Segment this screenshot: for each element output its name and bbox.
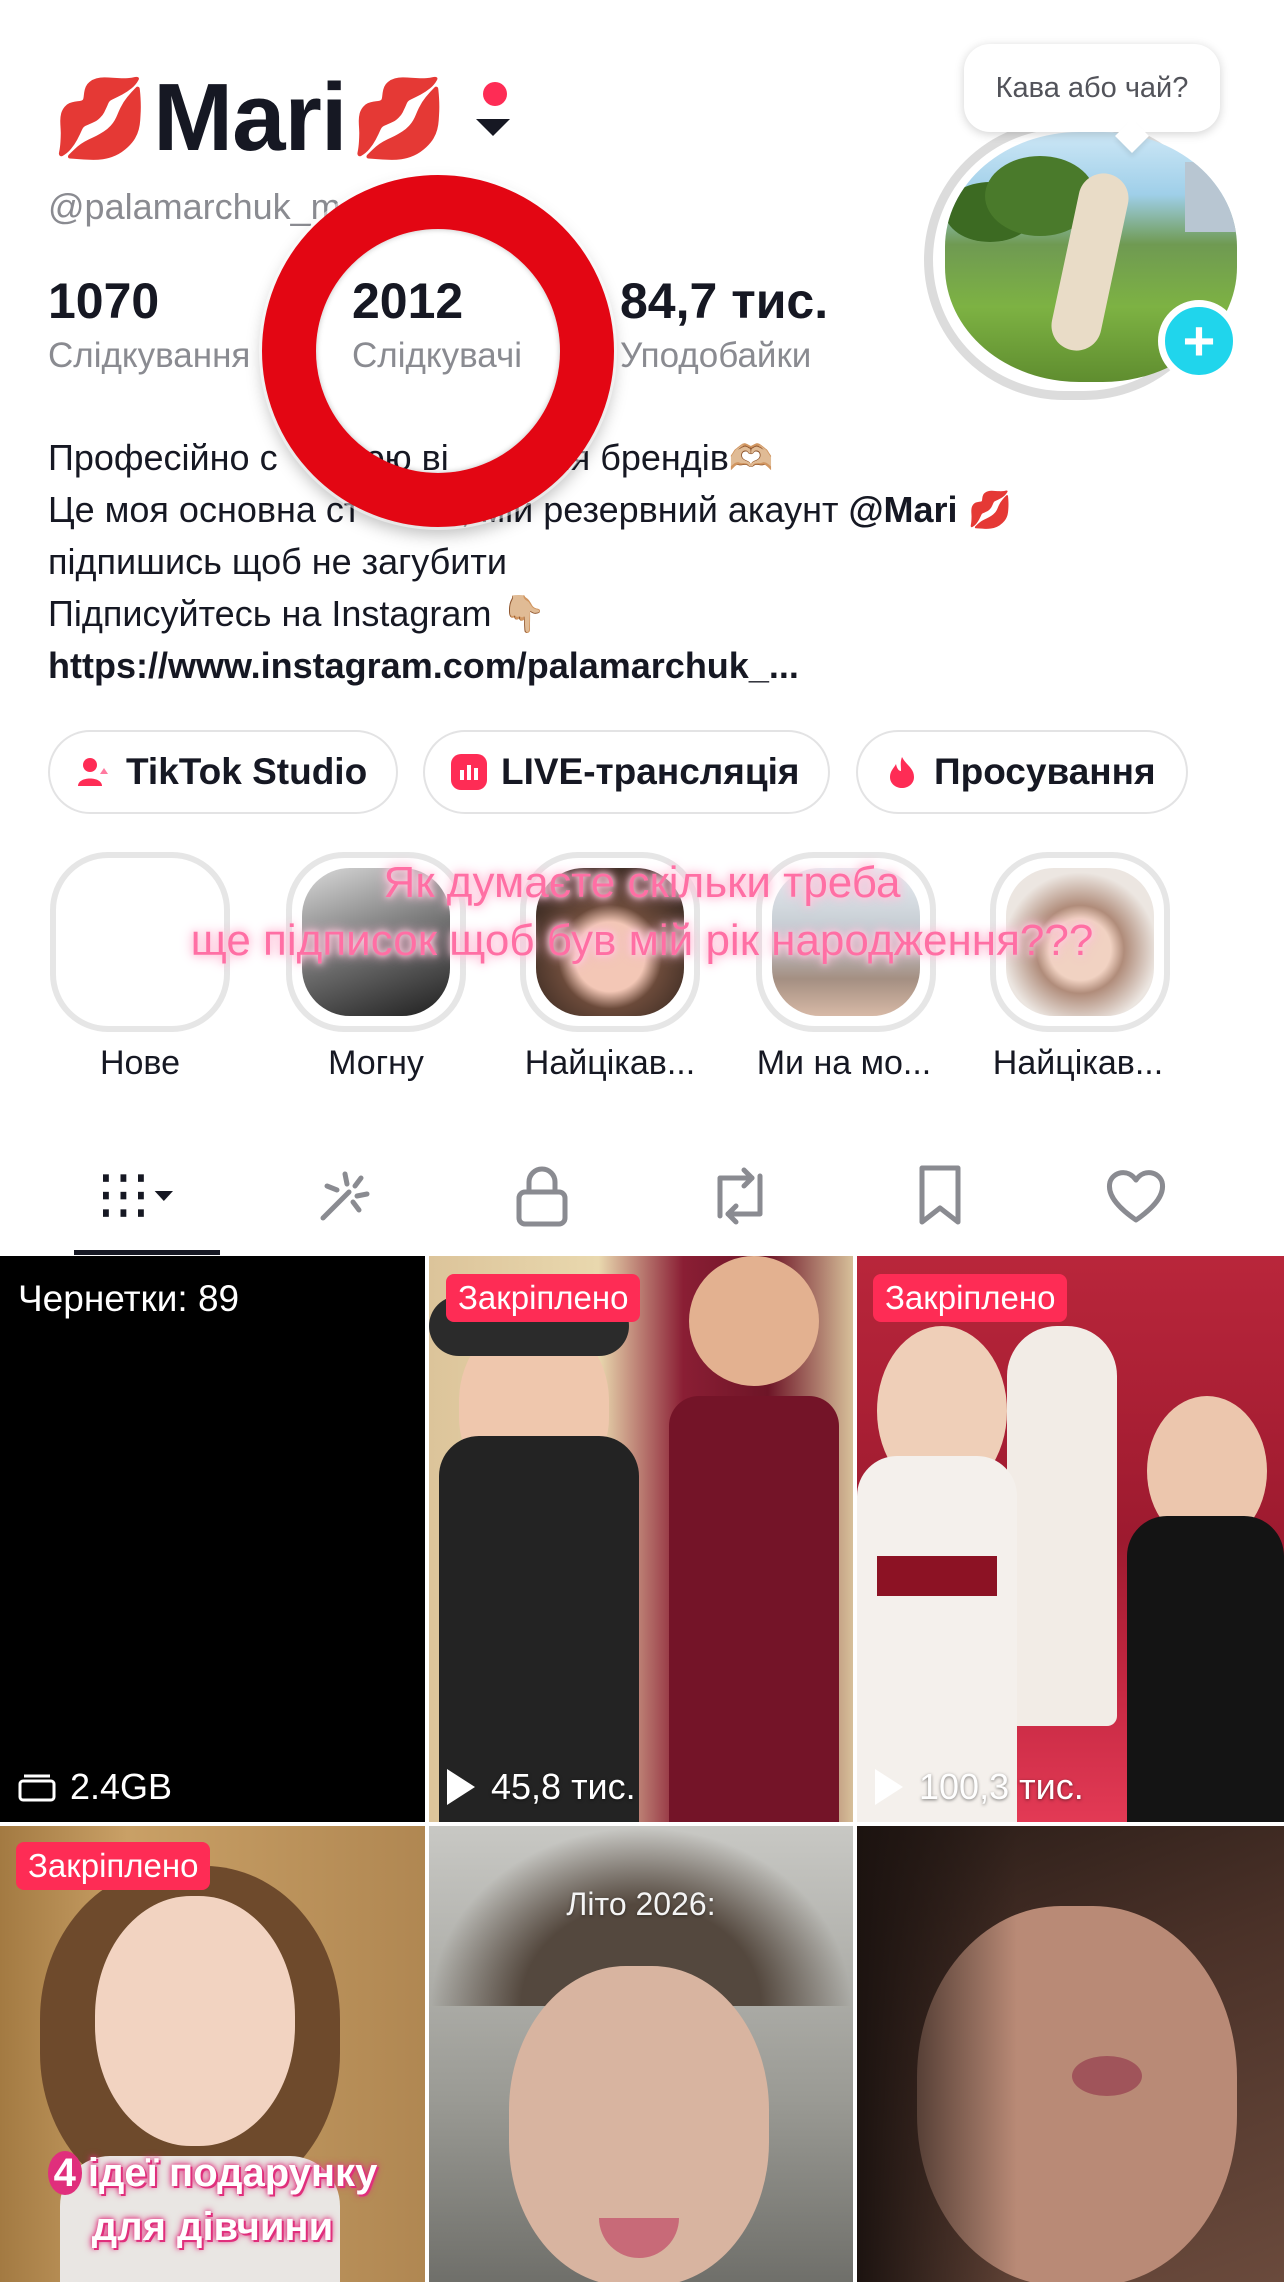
highlight-label: Ми на мо... <box>756 1044 932 1082</box>
live-button[interactable]: LIVE-трансляція <box>423 730 830 814</box>
caption-line: для дівчини <box>91 2205 334 2249</box>
stat-likes-label: Уподобайки <box>620 336 812 375</box>
bio-instagram-link[interactable]: https://www.instagram.com/palamarchuk_..… <box>48 640 1012 692</box>
notification-dot <box>483 82 507 106</box>
video-tile[interactable]: Закріплено 45,8 тис. <box>429 1256 853 1822</box>
lips-emoji-left: 💋 <box>52 74 150 162</box>
video-tile[interactable] <box>857 1826 1284 2282</box>
promote-button[interactable]: Просування <box>856 730 1188 814</box>
stat-likes[interactable]: 84,7 тис. Уподобайки <box>620 272 828 376</box>
highlight-label: Найцікав... <box>992 1044 1164 1082</box>
bio-mention-link[interactable]: @Mari <box>848 489 957 530</box>
play-icon <box>875 1769 903 1805</box>
profile-name: Mari <box>153 64 347 171</box>
view-count-value: 100,3 тис. <box>919 1766 1084 1807</box>
drafts-stack-icon <box>18 1774 56 1802</box>
overlay-caption-line: Як думаєте скільки треба <box>383 858 901 907</box>
account-switch-chevron-icon[interactable] <box>475 118 510 136</box>
caption-number: 4 <box>47 2151 82 2195</box>
stat-following-value: 1070 <box>48 273 160 329</box>
video-tile[interactable]: Літо 2026: <box>429 1826 853 2282</box>
private-lock-icon[interactable] <box>502 1162 582 1230</box>
lips-emoji-right: 💋 <box>350 74 448 162</box>
red-circle-annotation <box>262 175 614 527</box>
overlay-caption: Як думаєте скільки треба ще підписок щоб… <box>0 854 1284 970</box>
pinned-badge: Закріплено <box>446 1274 641 1323</box>
live-label: LIVE-трансляція <box>501 751 800 792</box>
stat-following-label: Слідкування <box>48 336 251 375</box>
pinned-badge: Закріплено <box>873 1274 1068 1323</box>
video-caption: Літо 2026: <box>566 1886 716 1922</box>
active-tab-indicator <box>74 1250 220 1255</box>
add-story-plus-icon[interactable]: + <box>1158 300 1240 382</box>
promote-flame-icon <box>884 754 920 790</box>
live-icon <box>451 754 487 790</box>
tiktok-studio-label: TikTok Studio <box>126 751 368 792</box>
lips-emoji: 💋 <box>957 489 1013 530</box>
highlight-label: Нове <box>99 1044 181 1082</box>
view-count: 100,3 тис. <box>875 1766 1084 1808</box>
drafts-label: Чернетки: 89 <box>18 1278 240 1319</box>
drafts-size: 2.4GB <box>18 1766 172 1808</box>
liked-heart-icon[interactable] <box>1096 1162 1176 1230</box>
drafts-tile[interactable]: Чернетки: 89 2.4GB <box>0 1256 425 1822</box>
video-tile[interactable]: Закріплено 100,3 тис. <box>857 1256 1284 1822</box>
video-caption: 4 ідеї подарунку для дівчини <box>0 2146 425 2254</box>
pinned-badge: Закріплено <box>16 1842 211 1891</box>
highlight-label: Могну <box>328 1044 424 1082</box>
caption-line: ідеї подарунку <box>87 2151 378 2195</box>
bio-line: підпишись щоб не загубити <box>48 541 507 582</box>
tiktok-studio-button[interactable]: TikTok Studio <box>48 730 398 814</box>
video-tile[interactable]: Закріплено 4 ідеї подарунку для дівчини <box>0 1826 425 2282</box>
play-icon <box>447 1769 475 1805</box>
effects-wand-icon[interactable] <box>305 1162 385 1230</box>
bio-line: Підписуйтесь на Instagram 👇🏼 <box>48 593 547 634</box>
stat-following[interactable]: 1070 Слідкування <box>48 272 250 376</box>
highlight-label: Найцікав... <box>524 1044 696 1082</box>
view-count-value: 45,8 тис. <box>491 1766 636 1807</box>
view-count: 45,8 тис. <box>447 1766 636 1808</box>
drafts-size-value: 2.4GB <box>70 1766 173 1807</box>
tiktok-studio-icon <box>76 754 112 790</box>
repost-icon[interactable] <box>700 1162 780 1230</box>
overlay-caption-line: ще підписок щоб був мій рік народження??… <box>190 916 1094 965</box>
note-bubble[interactable]: Кава або чай? <box>964 44 1220 132</box>
profile-name-row[interactable]: 💋 Mari 💋 <box>52 64 510 171</box>
videos-grid-icon[interactable] <box>98 1162 178 1230</box>
promote-label: Просування <box>934 751 1156 792</box>
profile-handle: @palamarchuk_m <box>48 186 341 227</box>
favorites-bookmark-icon[interactable] <box>900 1162 980 1230</box>
stat-likes-value: 84,7 тис. <box>620 273 829 329</box>
